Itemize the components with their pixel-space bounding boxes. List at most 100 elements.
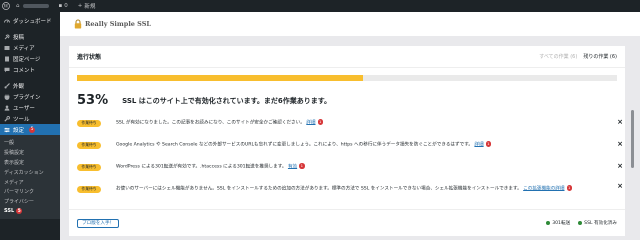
submenu-item-permalinks[interactable]: パーマリンク [0,187,60,197]
task-filters: すべての作業 (6) 残りの作業 (6) [539,53,617,60]
task-description: Google Analytics や Search Console などの外部サ… [116,142,473,148]
status-pill: 作業待ち [77,185,101,193]
task-text: SSL が有効になりました。この記事をお読みになり、このサイトが安全かご確認くだ… [116,119,578,127]
dashboard-icon [4,18,10,24]
ssl-label: SSL [4,208,15,215]
task-description: お使いのサーバーにはシェル機能がありません。SSL をインストールするための追加… [116,186,522,192]
card-header: 進行状態 すべての作業 (6) 残りの作業 (6) [69,46,625,68]
comment-bubble-icon: ▪ [58,3,63,9]
score-row: 53% SSL はこのサイト上で有効化されています。まだ6作業あります。 [77,93,331,108]
progress-card: 進行状態 すべての作業 (6) 残りの作業 (6) 53% SSL はこのサイト… [69,46,625,236]
task-text: WordPress による301転送が有効です。.htaccess による301… [116,163,578,171]
svg-text:W: W [4,4,9,10]
task-count-badge: 1 [485,140,492,147]
sidebar-label: 外観 [13,83,25,90]
task-description: SSL が有効になりました。この記事をお読みになり、このサイトが安全かご確認くだ… [116,120,305,126]
submenu-item-general[interactable]: 一般 [0,138,60,148]
task-more-info-link[interactable]: 詳細 [306,120,315,125]
submenu-item-ssl[interactable]: SSL 5 [0,207,60,217]
progress-bar [77,75,617,81]
sidebar-item-pages[interactable]: 固定ページ [0,53,60,64]
status-pill: 作業待ち [77,141,101,149]
new-label: 新規 [84,4,96,10]
sidebar-label: コメント [13,67,36,74]
sidebar-label: 設定 [13,127,25,134]
task-description: WordPress による301転送が有効です。.htaccess による301… [116,164,287,170]
sidebar-item-settings[interactable]: 設定 5 [0,124,60,135]
page-icon [4,56,10,62]
task-count-badge: 1 [299,162,305,169]
legend-item-ssl: SSL 有効化済み [578,220,617,226]
task-text: お使いのサーバーにはシェル機能がありません。SSL をインストールするための追加… [116,185,578,193]
task-more-info-link[interactable]: この拡張機能の詳細 [523,186,564,191]
task-row: 作業待ち お使いのサーバーにはシェル機能がありません。SSL をインストールする… [77,180,623,198]
sidebar-label: メディア [13,45,35,52]
dismiss-close-icon[interactable]: × [617,119,623,126]
sidebar-item-appearance[interactable]: 外観 [0,80,60,91]
media-icon [4,45,10,51]
status-pill: 作業待ち [77,163,101,171]
task-count-badge: 1 [317,118,323,125]
sidebar-label: ツール [13,116,30,123]
new-content-link[interactable]: + 新規 [78,2,96,10]
plugin-logo: Really Simple SSL [74,19,151,29]
filter-all-tasks[interactable]: すべての作業 (6) [539,53,577,60]
settings-update-badge: 5 [29,126,36,133]
get-pro-button[interactable]: プロ版を入手！ [77,218,120,228]
sidebar-item-dashboard[interactable]: ダッシュボード [0,15,60,26]
settings-submenu: 一般 投稿設定 表示設定 ディスカッション メディア パーマリンク プライバシー… [0,135,60,220]
plugin-icon [4,94,10,100]
task-text: Google Analytics や Search Console などの外部サ… [116,141,578,149]
sidebar-label: ユーザー [13,105,35,112]
sidebar-item-plugins[interactable]: プラグイン [0,91,60,102]
site-name-blurred [22,4,49,8]
submenu-item-writing[interactable]: 投稿設定 [0,148,60,158]
site-name-link[interactable]: ⌂ [16,3,49,9]
task-count-badge: 1 [566,184,572,191]
admin-sidebar: ダッシュボード 投稿 メディア 固定ページ コメント 外観 プラグイン ユーザー… [0,12,60,240]
sidebar-label: 投稿 [13,34,25,41]
score-message: SSL はこのサイト上で有効化されています。まだ6作業あります。 [122,96,332,105]
paintbrush-icon [4,82,10,89]
legend-label: 301転送 [552,221,571,226]
users-icon [4,105,10,111]
green-dot-icon [578,220,583,225]
task-more-info-link[interactable]: 詳細 [474,142,483,147]
status-legend: 301転送 SSL 有効化済み [546,220,617,226]
dismiss-close-icon[interactable]: × [617,183,623,190]
task-enable-link[interactable]: 有効 [288,164,297,169]
green-dot-icon [546,220,551,225]
home-icon: ⌂ [16,3,20,9]
sidebar-item-posts[interactable]: 投稿 [0,31,60,42]
submenu-item-reading[interactable]: 表示設定 [0,158,60,168]
legend-label: SSL 有効化済み [584,221,617,226]
wordpress-logo-icon[interactable]: W [0,0,12,12]
submenu-item-privacy[interactable]: プライバシー [0,197,60,207]
score-percentage: 53% [77,93,109,108]
sidebar-item-users[interactable]: ユーザー [0,102,60,113]
ssl-badge: 5 [16,208,23,215]
task-row: 作業待ち WordPress による301転送が有効です。.htaccess に… [77,160,623,174]
page-scrollbar[interactable] [631,110,634,168]
dismiss-close-icon[interactable]: × [617,141,623,148]
padlock-icon [74,19,82,29]
submenu-item-discussion[interactable]: ディスカッション [0,167,60,177]
logo-text: Really Simple SSL [85,20,151,28]
task-row: 作業待ち Google Analytics や Search Console な… [77,138,623,152]
pushpin-icon [4,33,10,40]
progress-bar-fill [77,75,364,81]
admin-bar: W ⌂ ▪ 0 + 新規 [0,0,640,12]
comments-count: 0 [64,3,68,9]
sidebar-item-comments[interactable]: コメント [0,64,60,75]
wrench-icon [4,115,10,122]
submenu-item-media[interactable]: メディア [0,177,60,187]
card-footer: プロ版を入手！ 301転送 SSL 有効化済み [69,209,625,236]
plus-icon: + [77,3,83,9]
settings-sliders-icon [4,127,10,133]
dismiss-close-icon[interactable]: × [617,163,623,170]
sidebar-item-tools[interactable]: ツール [0,113,60,124]
comments-link[interactable]: ▪ 0 [59,3,68,9]
card-title: 進行状態 [77,54,102,61]
filter-remaining-tasks[interactable]: 残りの作業 (6) [583,53,617,60]
sidebar-item-media[interactable]: メディア [0,42,60,53]
